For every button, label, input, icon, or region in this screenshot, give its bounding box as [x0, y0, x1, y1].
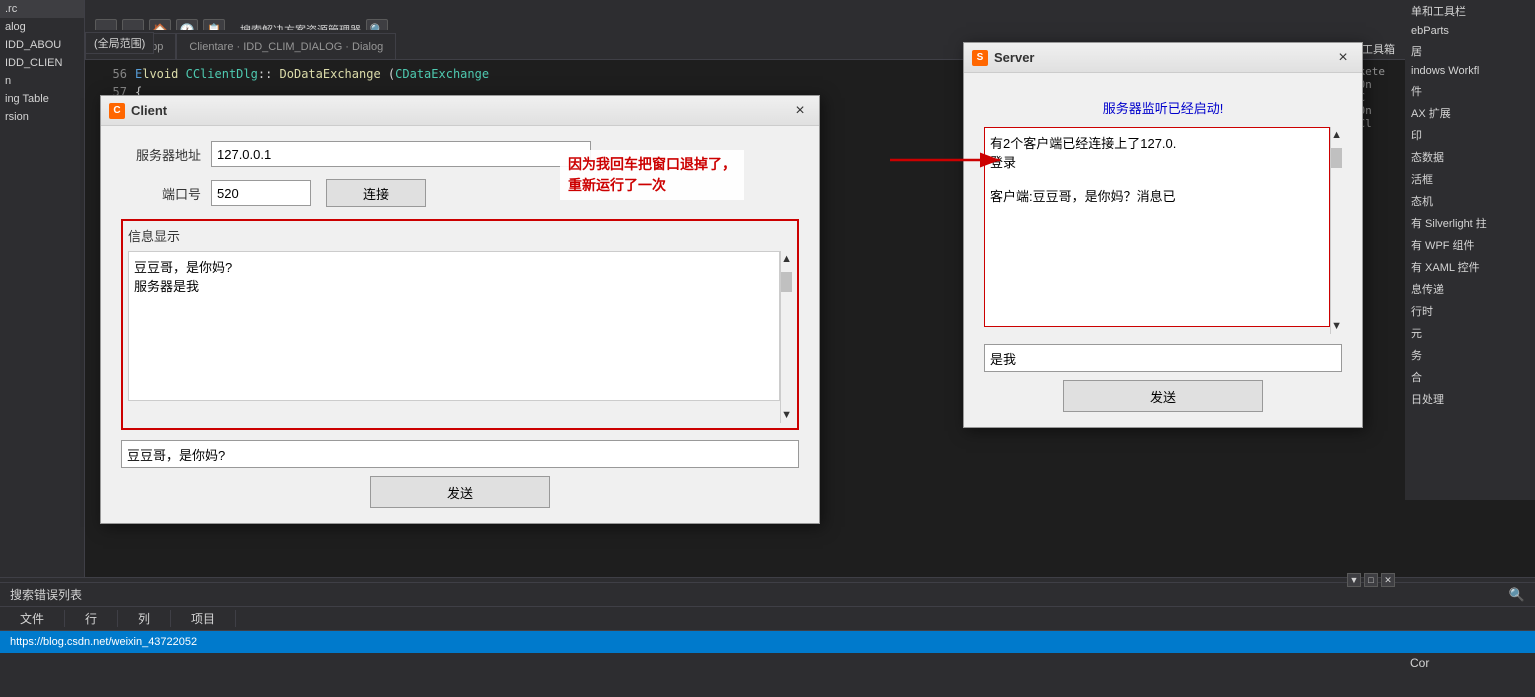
scroll-up-icon[interactable]: ▲ — [781, 251, 792, 267]
col-project: 项目 — [171, 610, 236, 627]
client-dialog-close-button[interactable]: × — [789, 100, 811, 122]
sidebar-item-rsion[interactable]: rsion — [0, 108, 84, 126]
right-item-13[interactable]: 有 XAML 控件 — [1405, 256, 1535, 278]
client-dialog-icon: C — [109, 103, 125, 119]
line-number-56: 56 — [95, 65, 135, 83]
port-input[interactable] — [211, 180, 311, 206]
right-item-11[interactable]: 有 Silverlight 拄 — [1405, 212, 1535, 234]
server-scrollbar[interactable]: ▲ ▼ — [1330, 127, 1342, 334]
scrollbar-thumb[interactable] — [781, 272, 792, 292]
server-dialog-close-button[interactable]: × — [1332, 47, 1354, 69]
right-item-9[interactable]: 活框 — [1405, 168, 1535, 190]
right-item-7[interactable]: 印 — [1405, 124, 1535, 146]
port-row: 端口号 连接 — [121, 179, 799, 207]
right-item-6[interactable]: AX 扩展 — [1405, 102, 1535, 124]
server-scroll-up-icon[interactable]: ▲ — [1331, 127, 1342, 143]
server-status-text: 服务器监听已经启动! — [984, 98, 1342, 117]
col-line: 行 — [65, 610, 118, 627]
server-info-textarea[interactable] — [984, 127, 1330, 327]
search-errors-bar: 搜索错误列表 🔍 — [0, 583, 1535, 607]
connect-button[interactable]: 连接 — [326, 179, 426, 207]
col-file: 文件 — [0, 610, 65, 627]
close-icon[interactable]: ✕ — [1381, 573, 1395, 587]
sidebar-item-idd-abou[interactable]: IDD_ABOU — [0, 36, 84, 54]
client-dialog: C Client × 服务器地址 端口号 连接 信息显示 ▲ ▼ — [100, 95, 820, 524]
right-item-10[interactable]: 态机 — [1405, 190, 1535, 212]
search-errors-search-btn[interactable]: 🔍 — [1509, 587, 1525, 603]
server-dialog-title: Server — [994, 50, 1332, 65]
restore-icon[interactable]: □ — [1364, 573, 1378, 587]
url-text: https://blog.csdn.net/weixin_43722052 — [10, 636, 197, 648]
server-address-row: 服务器地址 — [121, 141, 799, 167]
bottom-bar: ▼ □ ✕ 搜索错误列表 🔍 文件 行 列 项目 https://blog.cs… — [0, 577, 1535, 697]
right-item-2[interactable]: ebParts — [1405, 22, 1535, 40]
sidebar-item-n[interactable]: n — [0, 72, 84, 90]
server-dialog-titlebar: S Server × — [964, 43, 1362, 73]
sidebar-item-rc[interactable]: .rc — [0, 0, 84, 18]
client-dialog-body: 服务器地址 端口号 连接 信息显示 ▲ ▼ 发送 — [101, 126, 819, 523]
client-send-row — [121, 440, 799, 468]
server-dialog: S Server × 服务器监听已经启动! ▲ ▼ 发送 — [963, 42, 1363, 428]
server-scrollbar-thumb[interactable] — [1331, 148, 1342, 168]
server-scroll-down-icon[interactable]: ▼ — [1331, 318, 1342, 334]
right-panel: 单和工具栏 ebParts 居 indows Workfl 件 AX 扩展 印 … — [1405, 0, 1535, 500]
search-errors-label: 搜索错误列表 — [10, 586, 82, 603]
client-send-button[interactable]: 发送 — [370, 476, 550, 508]
server-address-input[interactable] — [211, 141, 591, 167]
right-item-16[interactable]: 元 — [1405, 322, 1535, 344]
server-send-input[interactable] — [984, 344, 1342, 372]
right-item-15[interactable]: 行时 — [1405, 300, 1535, 322]
server-dialog-body: 服务器监听已经启动! ▲ ▼ 发送 — [964, 73, 1362, 427]
tab-dialog[interactable]: Clientare · IDD_CLIM_DIALOG · Dialog — [176, 33, 396, 59]
cor-text: Cor — [1405, 654, 1535, 672]
right-item-3[interactable]: 居 — [1405, 40, 1535, 62]
right-item-5[interactable]: 件 — [1405, 80, 1535, 102]
client-dialog-title: Client — [131, 103, 789, 118]
server-dialog-icon: S — [972, 50, 988, 66]
right-item-18[interactable]: 合 — [1405, 366, 1535, 388]
col-col: 列 — [118, 610, 171, 627]
right-item-4[interactable]: indows Workfl — [1405, 62, 1535, 80]
code-text-56: Elvoid CClientDlg:: DoDataExchange (CDat… — [135, 65, 489, 83]
scope-dropdown[interactable]: (全局范围) — [85, 32, 154, 54]
info-textarea[interactable] — [128, 251, 780, 401]
right-item-17[interactable]: 务 — [1405, 344, 1535, 366]
url-bar: https://blog.csdn.net/weixin_43722052 — [0, 631, 1535, 653]
right-item-14[interactable]: 息传递 — [1405, 278, 1535, 300]
client-send-input[interactable] — [121, 440, 799, 468]
sidebar-item-table[interactable]: ing Table — [0, 90, 84, 108]
info-label: 信息显示 — [128, 226, 792, 245]
client-dialog-titlebar: C Client × — [101, 96, 819, 126]
server-address-label: 服务器地址 — [121, 145, 201, 164]
bottom-columns: 文件 行 列 项目 — [0, 607, 1535, 631]
scroll-down-icon[interactable]: ▼ — [781, 407, 792, 423]
right-item-19[interactable]: 日处理 — [1405, 388, 1535, 410]
sidebar-item-alog[interactable]: alog — [0, 18, 84, 36]
info-scrollbar[interactable]: ▲ ▼ — [780, 251, 792, 423]
right-item-1[interactable]: 单和工具栏 — [1405, 0, 1535, 22]
right-item-8[interactable]: 态数据 — [1405, 146, 1535, 168]
info-section: 信息显示 ▲ ▼ — [121, 219, 799, 430]
right-item-12[interactable]: 有 WPF 组件 — [1405, 234, 1535, 256]
server-send-button[interactable]: 发送 — [1063, 380, 1263, 412]
port-label: 端口号 — [121, 184, 201, 203]
minimize-icon[interactable]: ▼ — [1347, 573, 1361, 587]
sidebar-item-idd-clien[interactable]: IDD_CLIEN — [0, 54, 84, 72]
